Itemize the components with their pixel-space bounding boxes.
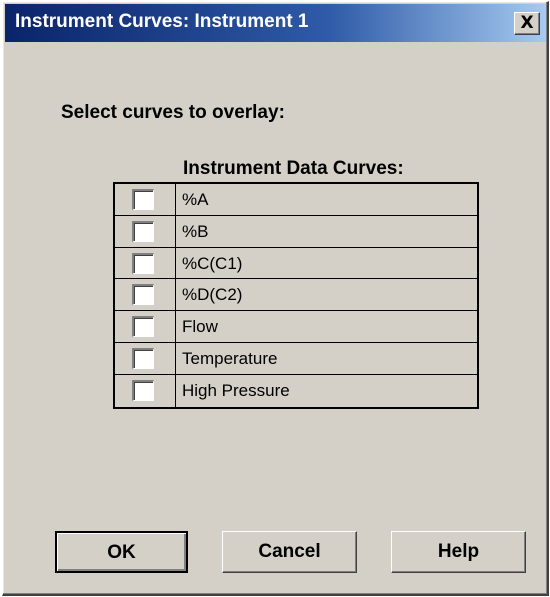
curve-row-c: %C(C1) xyxy=(115,247,477,280)
checkbox-temperature[interactable] xyxy=(132,347,154,369)
checkbox-cell xyxy=(115,342,176,374)
curve-label-c: %C(C1) xyxy=(182,253,243,273)
checkbox-high-pressure[interactable] xyxy=(132,379,154,401)
curve-label-high-pressure: High Pressure xyxy=(182,380,290,400)
curve-label-a: %A xyxy=(182,190,209,209)
cancel-button[interactable]: Cancel xyxy=(222,531,357,573)
instrument-curves-dialog: Instrument Curves: Instrument 1 X Select… xyxy=(2,1,549,596)
curves-table: %A %B %C(C1) %D(C2) Flow Temperature Hig… xyxy=(113,182,479,409)
curve-label-d: %D(C2) xyxy=(182,285,243,305)
checkbox-cell xyxy=(115,279,176,311)
curve-row-a: %A xyxy=(115,184,477,216)
curve-label-temperature: Temperature xyxy=(182,348,278,368)
curves-table-header: Instrument Data Curves: xyxy=(183,158,404,179)
help-button[interactable]: Help xyxy=(391,531,526,573)
checkbox-a[interactable] xyxy=(132,189,154,210)
checkbox-cell xyxy=(115,374,176,407)
checkbox-b[interactable] xyxy=(132,220,154,242)
curve-label-b: %B xyxy=(182,221,209,241)
curve-row-high-pressure: High Pressure xyxy=(115,374,477,407)
checkbox-cell xyxy=(115,247,176,279)
title-bar[interactable]: Instrument Curves: Instrument 1 X xyxy=(5,4,546,42)
curve-row-temperature: Temperature xyxy=(115,342,477,375)
close-button[interactable]: X xyxy=(514,12,540,35)
curve-row-b: %B xyxy=(115,215,477,248)
window-title: Instrument Curves: Instrument 1 xyxy=(15,11,309,32)
checkbox-c[interactable] xyxy=(132,252,154,274)
curve-row-flow: Flow xyxy=(115,311,477,343)
checkbox-cell xyxy=(115,184,176,215)
checkbox-cell xyxy=(115,311,176,342)
curve-row-d: %D(C2) xyxy=(115,279,477,312)
checkbox-cell xyxy=(115,215,176,247)
curve-label-flow: Flow xyxy=(182,317,218,337)
checkbox-d[interactable] xyxy=(132,284,154,306)
ok-button[interactable]: OK xyxy=(55,531,188,573)
select-curves-label: Select curves to overlay: xyxy=(61,102,285,123)
checkbox-flow[interactable] xyxy=(132,316,154,338)
